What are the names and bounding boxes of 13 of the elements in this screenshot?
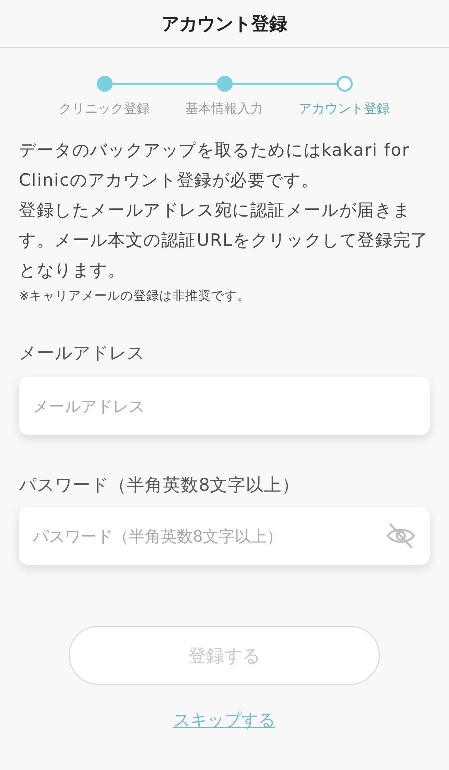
password-field[interactable]: パスワード（半角英数8文字以上） — [19, 507, 430, 565]
email-label: メールアドレス — [19, 343, 146, 365]
eye-off-icon[interactable] — [386, 522, 416, 550]
skip-link[interactable]: スキップする — [174, 709, 276, 732]
password-label: パスワード（半角英数8文字以上） — [19, 475, 302, 497]
screen-title: アカウント登録 — [162, 12, 288, 36]
step-label: 基本情報入力 — [186, 101, 264, 118]
intro-text: 登録したメールアドレス宛に認証メールが届きます。メール本文の認証URLをクリックして登録完了となります。 — [19, 200, 430, 283]
note-text: ※キャリアメールの登録は非推奨です。 — [19, 288, 252, 305]
step-label: アカウント登録 — [299, 101, 390, 118]
step-label: クリニック登録 — [59, 101, 150, 118]
email-field[interactable]: メールアドレス — [19, 377, 430, 435]
intro-text: データのバックアップを取るためにはkakari for Clinicのアカウント登録が必要です。 — [19, 140, 412, 193]
